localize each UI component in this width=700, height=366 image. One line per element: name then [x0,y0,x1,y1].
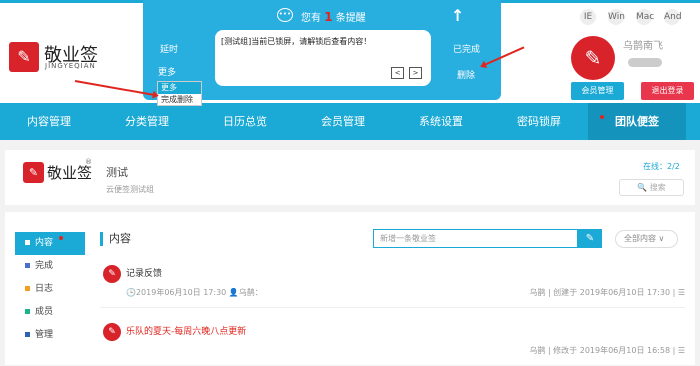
sidebar: 内容 完成 日志 成员 管理 [15,232,85,347]
nav-content[interactable]: 内容管理 [0,103,98,140]
sidebar-item-log[interactable]: 日志 [15,278,85,301]
entry-meta: 🕒2019年06月10日 17:30 👤乌鹊： [126,288,263,297]
sidebar-item-done[interactable]: 完成 [15,255,85,278]
team-name: 测试 [106,166,128,179]
chat-icon: ••• [277,8,293,22]
nav-lock[interactable]: 密码锁屏 [490,103,588,140]
sidebar-label: 日志 [35,284,54,294]
main-area: 内容 新增一条敬业签 ✎ 全部内容 ∨ ✎ 记录反馈 🕒2019年06月10日 … [100,227,685,365]
reminder-count: 1 [324,10,333,24]
popup-title-post: 条提醒 [335,13,366,24]
entry-title: 乐队的夏天-每周六晚八点更新 [126,327,247,337]
logout-button[interactable]: 退出登录 [641,82,694,100]
main-nav: 内容管理 分类管理 日历总览 会员管理 系统设置 密码锁屏 团队便签 [0,103,700,140]
section-title: 内容 [100,232,131,246]
nav-category[interactable]: 分类管理 [98,103,196,140]
new-note-input[interactable]: 新增一条敬业签 [373,229,578,248]
nav-settings[interactable]: 系统设置 [392,103,490,140]
list-item[interactable]: ✎ 乐队的夏天-每周六晚八点更新 乌鹊 | 修改于 2019年06月10日 16… [100,318,685,366]
more-label[interactable]: 更多 [158,65,176,78]
message-box: [测试组]当前已锁屏，请解锁后查看内容！ < > [215,30,431,86]
done-button[interactable]: 已完成 [453,42,480,55]
square-icon [25,332,30,337]
team-card: ✎ 敬业签 ® 测试 云便签测试组 在线：2/2 🔍 搜索 [5,150,695,205]
sidebar-item-content[interactable]: 内容 [15,232,85,255]
nav-team[interactable]: 团队便签 [588,103,686,140]
entry-title: 记录反馈 [126,269,163,279]
message-text: [测试组]当前已锁屏，请解锁后查看内容！ [221,37,372,46]
nav-member[interactable]: 会员管理 [294,103,392,140]
logo-subtext: JINGYEQIAN [45,62,96,70]
edit-icon[interactable]: ✎ [578,229,602,248]
sidebar-label: 完成 [35,261,54,271]
square-icon [25,286,30,291]
square-icon [25,240,30,245]
delete-button[interactable]: 删除 [457,68,475,81]
entry-info: 乌鹊 | 修改于 2019年06月10日 16:58 | ☰ [529,346,685,355]
android-icon[interactable]: And [664,9,682,25]
popup-title: 您有 1 条提醒 [301,9,366,24]
sidebar-label: 管理 [35,330,54,340]
windows-icon[interactable]: Win [608,9,625,25]
sidebar-item-members[interactable]: 成员 [15,301,85,324]
search-button[interactable]: 🔍 搜索 [619,179,684,196]
collapse-arrow-icon[interactable]: ↑ [451,6,464,25]
dropdown-item-more[interactable]: 更多 [158,82,201,94]
prev-button[interactable]: < [391,67,404,79]
ie-icon[interactable]: IE [580,9,596,25]
entry-info: 乌鹊 | 创建于 2019年06月10日 17:30 | ☰ [529,288,685,297]
team-logo-icon: ✎ [23,162,44,183]
sidebar-label: 成员 [35,307,54,317]
logo-icon: ✎ [9,42,39,72]
sidebar-label: 内容 [35,238,54,248]
list-item[interactable]: ✎ 记录反馈 🕒2019年06月10日 17:30 👤乌鹊： 乌鹊 | 创建于 … [100,260,685,308]
blurred-info [628,58,662,67]
content-panel: 内容 完成 日志 成员 管理 内容 新增一条敬业签 ✎ 全部内容 ∨ ✎ 记录反… [5,212,695,365]
registered-mark: ® [85,158,92,166]
notification-dot [59,236,63,240]
filter-select[interactable]: 全部内容 ∨ [615,230,678,248]
delay-button[interactable]: 延时 [160,42,178,55]
dropdown-item-complete-delete[interactable]: 完成删除 [158,94,201,106]
more-dropdown[interactable]: 更多 完成删除 [157,81,202,106]
popup-title-pre: 您有 [301,13,321,24]
search-label: 搜索 [649,183,666,192]
nav-calendar[interactable]: 日历总览 [196,103,294,140]
avatar-icon: ✎ [103,265,121,283]
online-count[interactable]: 在线：2/2 [643,161,680,172]
team-desc: 云便签测试组 [106,185,154,194]
next-button[interactable]: > [409,67,422,79]
sidebar-item-manage[interactable]: 管理 [15,324,85,347]
avatar-icon: ✎ [103,323,121,341]
user-name: 乌鹊南飞 [623,41,663,52]
apple-icon[interactable]: Mac [636,9,654,25]
avatar[interactable]: ✎ [571,36,615,80]
member-manage-button[interactable]: 会员管理 [571,82,624,100]
square-icon [25,263,30,268]
square-icon [25,309,30,314]
